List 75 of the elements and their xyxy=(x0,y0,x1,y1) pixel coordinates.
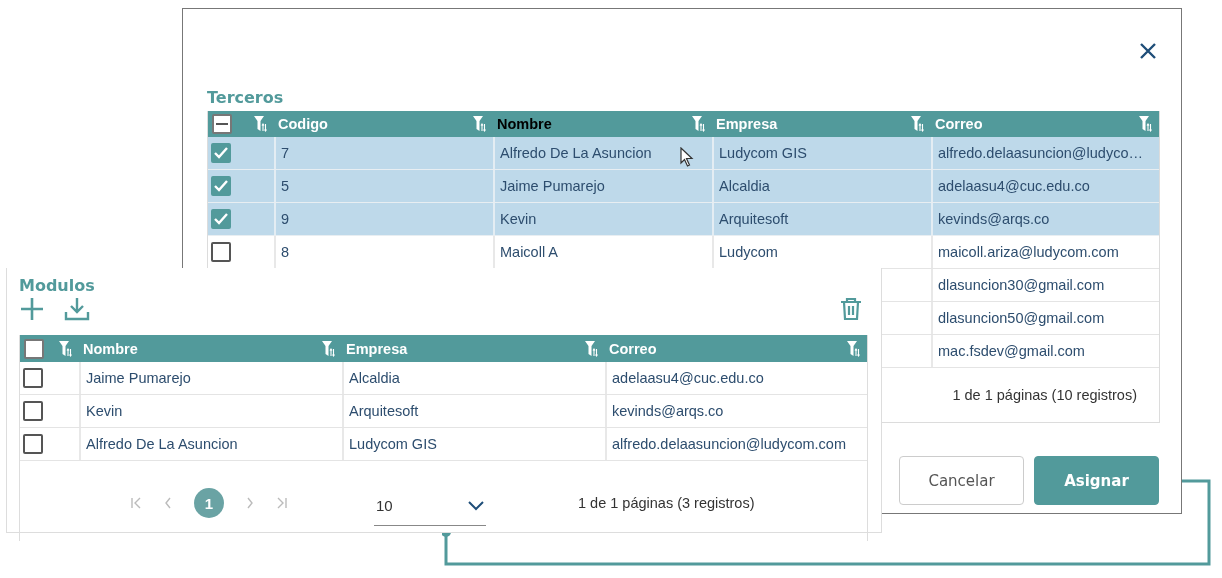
column-header[interactable]: Correo xyxy=(935,116,983,132)
table-cell: Maicoll A xyxy=(500,244,559,260)
select-all-checkbox[interactable] xyxy=(212,114,232,134)
table-row[interactable]: 8 Maicoll A Ludycom maicoll.ariza@ludycom.com xyxy=(208,236,1159,269)
column-header[interactable]: Empresa xyxy=(346,340,408,357)
column-header[interactable]: Nombre xyxy=(497,116,552,132)
table-cell: 9 xyxy=(281,211,290,227)
filter-icon[interactable] xyxy=(692,116,706,132)
table-cell: Kevin xyxy=(86,403,123,419)
table-cell: Ludycom xyxy=(719,244,778,260)
filter-icon[interactable] xyxy=(59,340,73,357)
table-row[interactable]: 9 Kevin Arquitesoft kevinds@arqs.co xyxy=(208,203,1159,236)
table-cell: adelaasu4@cuc.edu.co xyxy=(612,370,764,386)
cancel-button[interactable]: Cancelar xyxy=(899,456,1024,505)
column-header[interactable]: Codigo xyxy=(278,116,328,132)
table-cell: Alcaldia xyxy=(719,178,770,194)
table-cell: maicoll.ariza@ludycom.com xyxy=(938,244,1119,260)
table-cell: Jaime Pumarejo xyxy=(86,370,191,386)
assign-button[interactable]: Asignar xyxy=(1034,456,1159,505)
table-cell: dlasuncion30@gmail.com xyxy=(938,277,1105,293)
table-cell: 7 xyxy=(281,145,290,161)
row-checkbox[interactable] xyxy=(23,434,43,454)
table-cell: Ludycom GIS xyxy=(719,145,807,161)
close-icon[interactable] xyxy=(1139,42,1157,60)
previous-page-icon[interactable] xyxy=(164,497,172,509)
table-row[interactable]: 5 Jaime Pumarejo Alcaldia adelaasu4@cuc.edu.co xyxy=(208,170,1159,203)
filter-icon[interactable] xyxy=(911,116,925,132)
table-cell: mac.fsdev@gmail.com xyxy=(938,343,1085,359)
download-icon[interactable] xyxy=(64,297,90,321)
next-page-icon[interactable] xyxy=(246,497,254,509)
filter-icon[interactable] xyxy=(322,340,336,357)
table-cell: Alcaldia xyxy=(349,370,400,386)
table-cell: alfredo.delaasuncion@ludycom.com xyxy=(612,436,846,452)
row-checkbox[interactable] xyxy=(23,401,43,421)
pagination-summary: 1 de 1 páginas (10 registros) xyxy=(952,387,1137,403)
pagination-summary: 1 de 1 páginas (3 registros) xyxy=(578,495,755,511)
table-cell: Arquitesoft xyxy=(719,211,789,227)
row-checkbox[interactable] xyxy=(211,242,231,262)
row-checkbox[interactable] xyxy=(211,209,231,229)
filter-icon[interactable] xyxy=(1139,116,1153,132)
table-cell: Alfredo De La Asuncion xyxy=(86,436,238,452)
column-header[interactable]: Correo xyxy=(609,340,657,357)
column-header[interactable]: Nombre xyxy=(83,340,138,357)
table-cell: Alfredo De La Asuncion xyxy=(500,145,652,161)
table-cell: kevinds@arqs.co xyxy=(612,403,724,419)
row-checkbox[interactable] xyxy=(211,143,231,163)
table-cell: kevinds@arqs.co xyxy=(938,211,1050,227)
chevron-down-icon xyxy=(468,500,484,511)
last-page-icon[interactable] xyxy=(276,497,288,509)
row-checkbox[interactable] xyxy=(211,176,231,196)
trash-icon[interactable] xyxy=(840,297,862,321)
table-cell: dlasuncion50@gmail.com xyxy=(938,310,1105,326)
table-cell: 5 xyxy=(281,178,290,194)
section-title: Terceros xyxy=(207,87,285,109)
table-cell: Jaime Pumarejo xyxy=(500,178,605,194)
column-header[interactable]: Empresa xyxy=(716,116,778,132)
row-checkbox[interactable] xyxy=(23,368,43,388)
table-cell: Kevin xyxy=(500,211,537,227)
mouse-cursor-icon xyxy=(680,147,694,167)
first-page-icon[interactable] xyxy=(130,497,142,509)
table-cell: Arquitesoft xyxy=(349,403,419,419)
table-cell: adelaasu4@cuc.edu.co xyxy=(938,178,1090,194)
filter-icon[interactable] xyxy=(847,340,861,357)
select-all-checkbox[interactable] xyxy=(24,338,44,359)
page-button[interactable]: 1 xyxy=(194,488,224,518)
table-cell: Ludycom GIS xyxy=(349,436,437,452)
plus-icon[interactable] xyxy=(20,297,44,321)
table-row[interactable]: 7 Alfredo De La Asuncion Ludycom GIS alfredo.delaasuncion@ludyco… xyxy=(208,137,1159,170)
table-cell: 8 xyxy=(281,244,290,260)
filter-icon[interactable] xyxy=(585,340,599,357)
filter-icon[interactable] xyxy=(473,116,487,132)
table-cell: alfredo.delaasuncion@ludyco… xyxy=(938,145,1143,161)
section-title: Modulos xyxy=(19,275,96,297)
page-size-select[interactable]: 10 xyxy=(374,486,486,526)
filter-icon[interactable] xyxy=(254,116,268,132)
